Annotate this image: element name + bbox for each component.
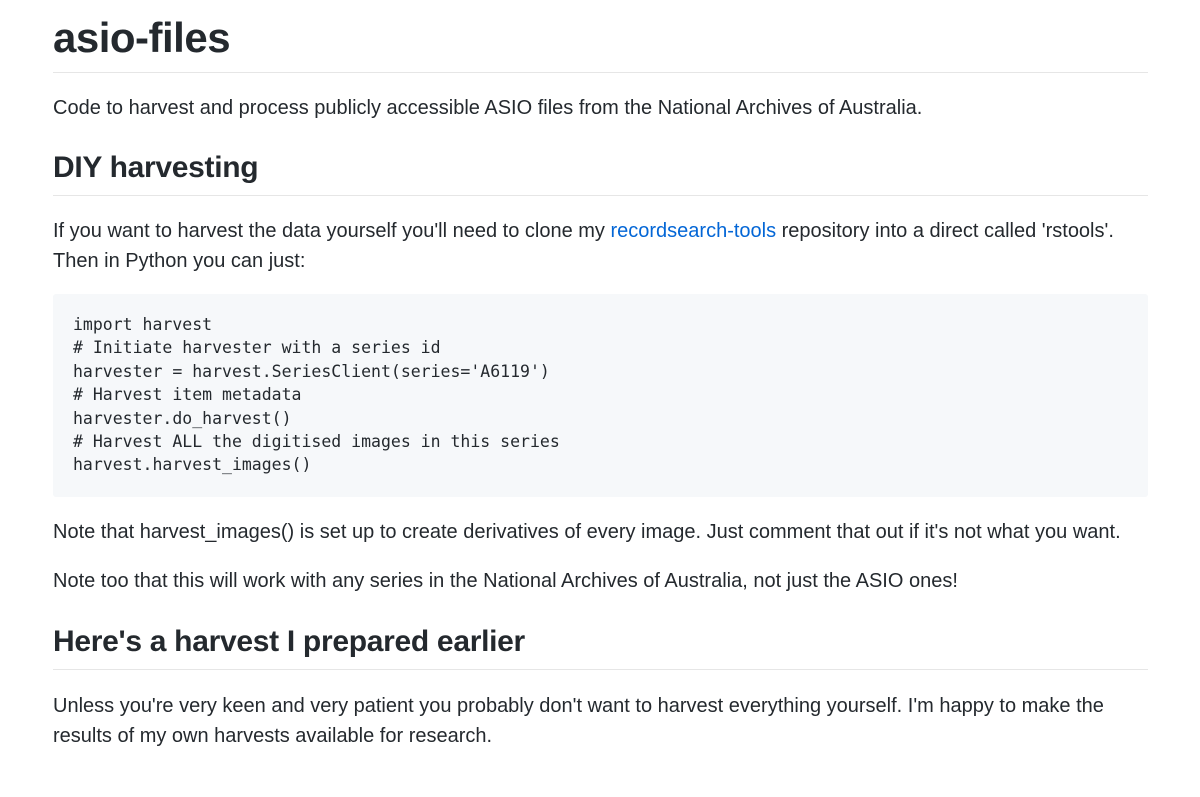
recordsearch-tools-link[interactable]: recordsearch-tools xyxy=(610,220,776,242)
code-line: import harvest xyxy=(73,315,213,334)
code-block: import harvest # Initiate harvester with … xyxy=(53,294,1148,497)
prepared-paragraph: Unless you're very keen and very patient… xyxy=(53,694,1104,747)
note-any-series: Note too that this will work with any se… xyxy=(53,569,958,592)
code-line: # Harvest ALL the digitised images in th… xyxy=(73,432,560,452)
code-line: harvester.do_harvest() xyxy=(73,408,292,428)
code-line: harvest.harvest_images() xyxy=(73,455,312,475)
readme-content: asio-files Code to harvest and process p… xyxy=(53,0,1148,751)
code-line: harvester = harvest.SeriesClient(series=… xyxy=(73,361,550,381)
intro-paragraph: Code to harvest and process publicly acc… xyxy=(53,97,923,119)
section-heading-diy: DIY harvesting xyxy=(53,150,1148,196)
code-line: # Initiate harvester with a series id xyxy=(73,338,441,358)
code-line: # Harvest item metadata xyxy=(73,385,302,405)
diy-paragraph: If you want to harvest the data yourself… xyxy=(53,216,1148,276)
section-heading-prepared: Here's a harvest I prepared earlier xyxy=(53,624,1148,670)
diy-text-before-link: If you want to harvest the data yourself… xyxy=(53,220,611,242)
note-harvest-images: Note that harvest_images() is set up to … xyxy=(53,520,1121,543)
page-title: asio-files xyxy=(53,0,1148,73)
